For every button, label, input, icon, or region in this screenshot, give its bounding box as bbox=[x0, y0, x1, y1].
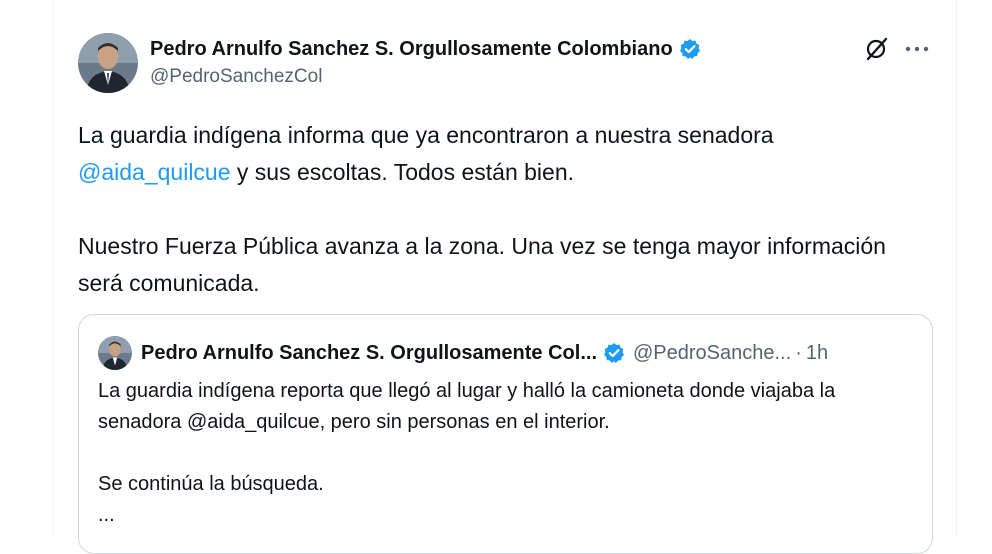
tweet-text-line2: y sus escoltas. Todos están bien. bbox=[230, 159, 575, 185]
author-name-row[interactable]: Pedro Arnulfo Sanchez S. Orgullosamente … bbox=[150, 36, 701, 62]
tweet-paragraph-1: La guardia indígena informa que ya encon… bbox=[78, 117, 898, 191]
author-handle[interactable]: @PedroSanchezCol bbox=[150, 66, 322, 88]
tweet-text: La guardia indígena informa que ya encon… bbox=[78, 117, 898, 302]
verified-badge-icon bbox=[603, 342, 625, 364]
quoted-timestamp[interactable]: 1h bbox=[806, 342, 828, 365]
verified-badge-icon[interactable] bbox=[679, 38, 701, 60]
separator-dot: · bbox=[795, 341, 802, 364]
quoted-paragraph-2: Se continúa la búsqueda. bbox=[98, 473, 324, 495]
author-avatar[interactable] bbox=[78, 33, 138, 93]
quoted-paragraph-1: La guardia indígena reporta que llegó al… bbox=[98, 380, 836, 433]
more-options-icon[interactable] bbox=[904, 36, 930, 62]
quoted-author-handle: @PedroSanche... bbox=[633, 341, 792, 364]
mention-link[interactable]: @aida_quilcue bbox=[78, 159, 231, 185]
quoted-ellipsis: ... bbox=[98, 504, 115, 526]
author-name[interactable]: Pedro Arnulfo Sanchez S. Orgullosamente … bbox=[150, 38, 673, 61]
tweet-text-line1: La guardia indígena informa que ya encon… bbox=[78, 122, 774, 148]
quoted-author-avatar[interactable] bbox=[98, 336, 132, 370]
quoted-author-name[interactable]: Pedro Arnulfo Sanchez S. Orgullosamente … bbox=[141, 342, 597, 365]
grok-icon[interactable] bbox=[864, 36, 890, 62]
quoted-tweet[interactable]: Pedro Arnulfo Sanchez S. Orgullosamente … bbox=[78, 314, 933, 554]
quoted-tweet-header: Pedro Arnulfo Sanchez S. Orgullosamente … bbox=[141, 339, 828, 367]
tweet-paragraph-2: Nuestro Fuerza Pública avanza a la zona.… bbox=[78, 233, 886, 296]
quoted-tweet-text: La guardia indígena reporta que llegó al… bbox=[98, 376, 908, 531]
